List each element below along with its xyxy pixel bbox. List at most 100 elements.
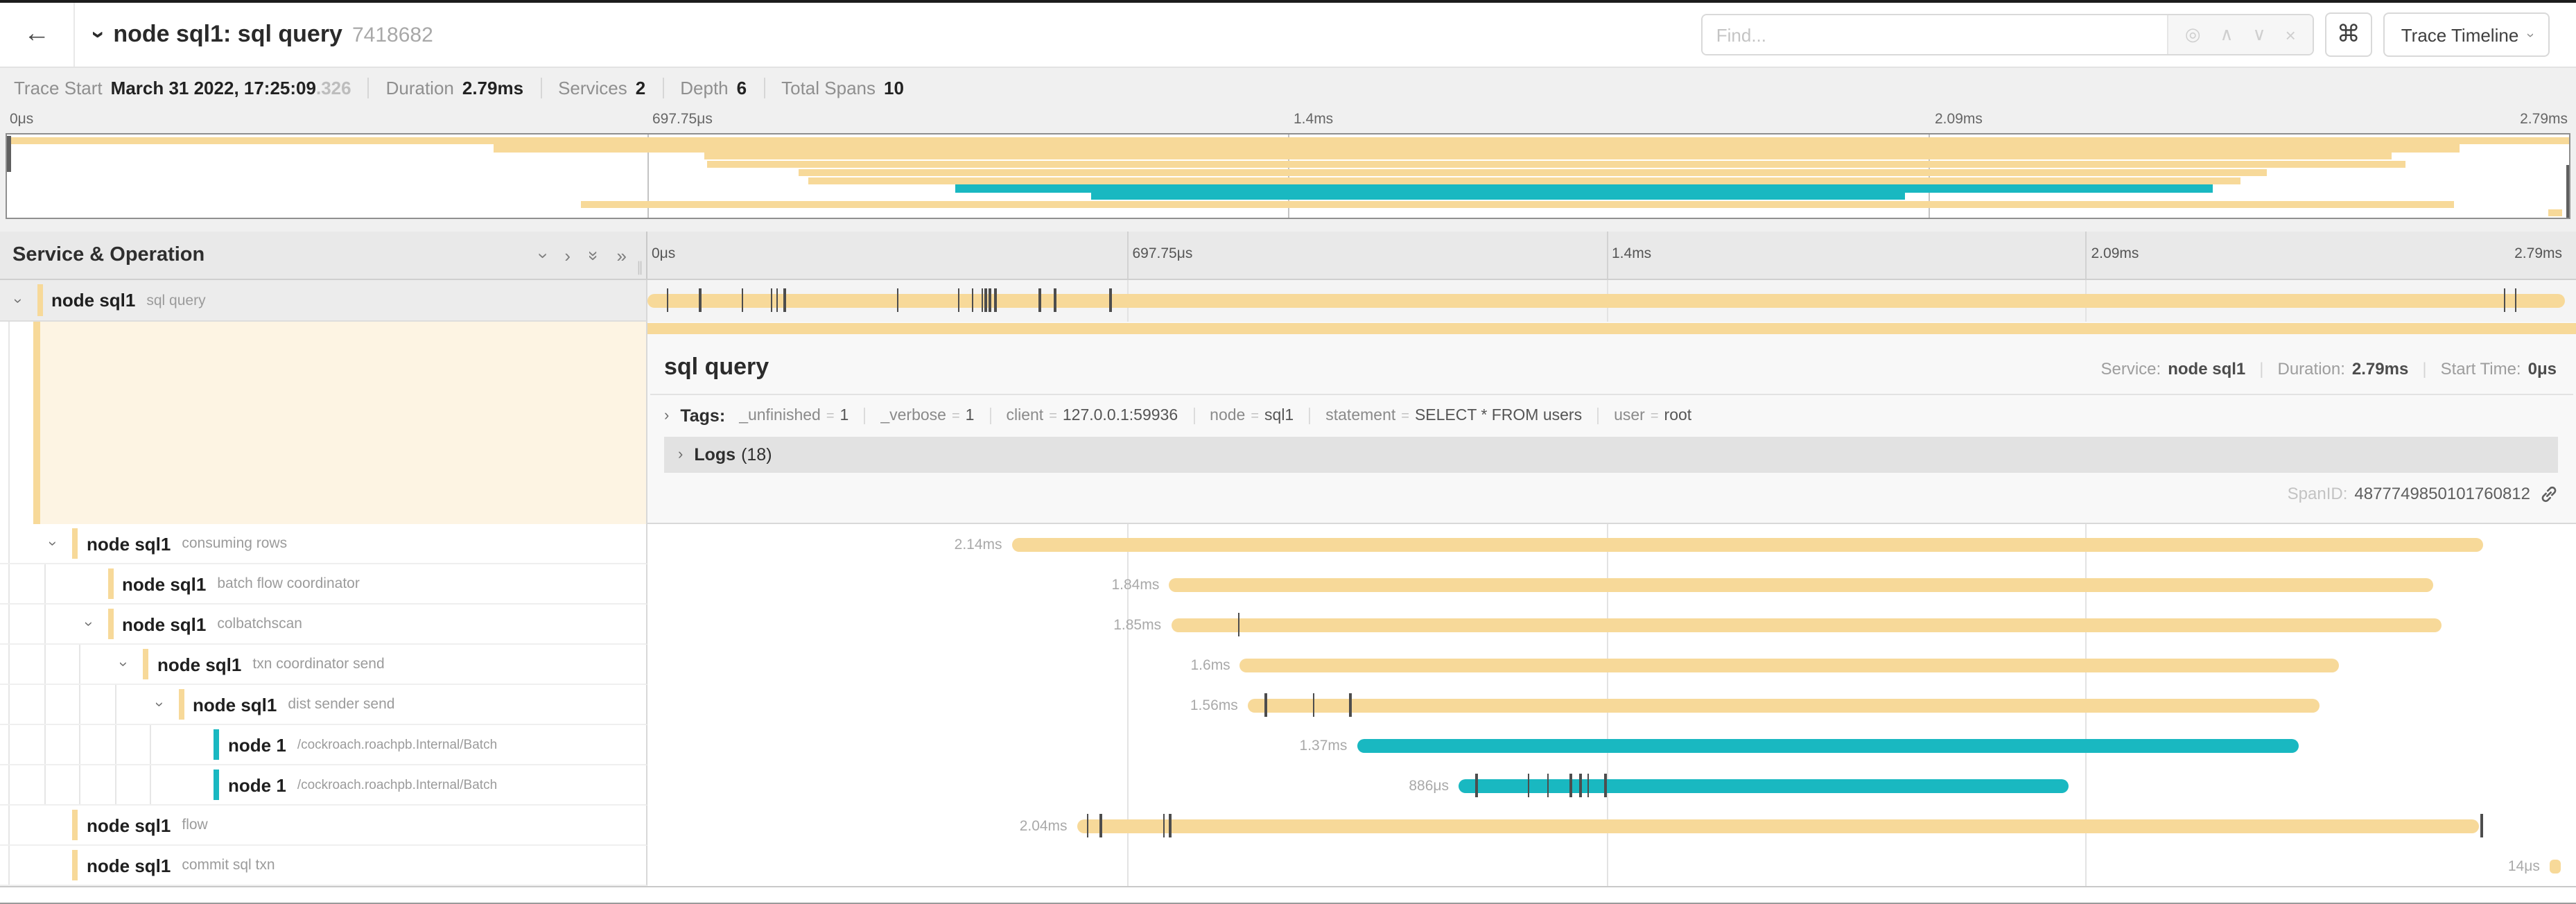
span-name-cell[interactable]: node 1/cockroach.roachpb.Internal/Batch bbox=[0, 765, 647, 806]
span-duration-label: 2.04ms bbox=[647, 806, 1068, 846]
span-bar-cell[interactable] bbox=[647, 280, 2576, 322]
span-duration-label: 14μs bbox=[647, 846, 2540, 886]
tags-accordion[interactable]: › Tags: _unfinished=1_verbose=1client=12… bbox=[647, 395, 2576, 435]
minimap-span-bar bbox=[799, 168, 2267, 176]
service-color-bar bbox=[72, 850, 78, 880]
minimap-span-bar bbox=[7, 137, 2569, 144]
expand-all-icon[interactable]: » bbox=[617, 245, 627, 266]
log-marker-tick bbox=[897, 288, 899, 312]
collapse-one-icon[interactable]: › bbox=[533, 252, 554, 259]
minimap-left-handle[interactable] bbox=[7, 136, 10, 172]
span-row[interactable]: ›node sql1txn coordinator send1.6ms bbox=[0, 645, 2576, 685]
tree-chevron-icon[interactable]: › bbox=[80, 621, 96, 626]
trace-collapse-chevron-icon[interactable]: › bbox=[85, 31, 112, 38]
focus-match-icon[interactable]: ◎ bbox=[2185, 24, 2201, 46]
tick-label: 1.4ms bbox=[1612, 245, 1651, 262]
span-bar-cell[interactable]: 14μs bbox=[647, 846, 2576, 886]
span-operation-name: /cockroach.roachpb.Internal/Batch bbox=[297, 737, 497, 752]
prev-match-icon[interactable]: ∧ bbox=[2220, 24, 2234, 46]
tree-chevron-icon[interactable]: › bbox=[115, 661, 132, 666]
span-row[interactable]: node 1/cockroach.roachpb.Internal/Batch8… bbox=[0, 765, 2576, 806]
tag-key: user bbox=[1614, 408, 1645, 424]
span-bar[interactable] bbox=[1077, 819, 2479, 833]
log-marker-tick bbox=[1547, 774, 1549, 797]
chevron-right-icon: › bbox=[664, 408, 669, 424]
span-name-cell[interactable]: node sql1flow bbox=[0, 806, 647, 846]
indent-guide bbox=[79, 765, 80, 804]
find-input[interactable] bbox=[1703, 15, 2167, 54]
next-match-icon[interactable]: ∨ bbox=[2253, 24, 2266, 46]
depth-value: 6 bbox=[737, 78, 747, 98]
span-row[interactable]: node sql1flow2.04ms bbox=[0, 806, 2576, 846]
column-resize-grip[interactable]: ∥ bbox=[636, 261, 643, 276]
log-marker-tick bbox=[1604, 774, 1606, 797]
span-service-name: node sql1 bbox=[193, 694, 277, 715]
span-row[interactable]: node sql1commit sql txn14μs bbox=[0, 846, 2576, 886]
tag-value: 1 bbox=[966, 408, 975, 424]
span-name-cell[interactable]: ›node sql1sql query bbox=[0, 280, 647, 322]
tree-chevron-icon[interactable]: › bbox=[9, 297, 26, 302]
span-bar[interactable] bbox=[647, 293, 2565, 307]
span-duration-label: 1.85ms bbox=[647, 605, 1161, 645]
span-bar[interactable] bbox=[1248, 698, 2320, 712]
chevron-down-icon: › bbox=[2522, 33, 2537, 37]
tag-chip: _unfinished=1 bbox=[739, 408, 864, 424]
logs-accordion[interactable]: › Logs (18) bbox=[664, 437, 2558, 473]
trace-view-selector[interactable]: Trace Timeline › bbox=[2383, 12, 2550, 57]
span-bar-cell[interactable]: 886μs bbox=[647, 765, 2576, 806]
tick-label: 697.75μs bbox=[652, 111, 713, 128]
minimap-canvas[interactable] bbox=[6, 133, 2570, 219]
span-name-cell[interactable]: node sql1batch flow coordinator bbox=[0, 564, 647, 605]
tick-label: 2.09ms bbox=[1935, 111, 1983, 128]
tick-label: 2.79ms bbox=[2520, 111, 2568, 128]
span-name-cell[interactable]: node sql1commit sql txn bbox=[0, 846, 647, 886]
span-name-cell[interactable]: node 1/cockroach.roachpb.Internal/Batch bbox=[0, 725, 647, 765]
clear-find-icon[interactable]: × bbox=[2286, 24, 2296, 45]
tick-label: 0μs bbox=[652, 245, 675, 262]
span-name-cell[interactable]: ›node sql1txn coordinator send bbox=[0, 645, 647, 685]
duration-value: 2.79ms bbox=[2352, 359, 2408, 379]
span-bar-cell[interactable]: 1.6ms bbox=[647, 645, 2576, 685]
span-row[interactable]: node 1/cockroach.roachpb.Internal/Batch1… bbox=[0, 725, 2576, 765]
back-button[interactable]: ← bbox=[0, 3, 75, 67]
span-bar[interactable] bbox=[1169, 577, 2433, 591]
trace-summary-bar: Trace Start March 31 2022, 17:25:09.326 … bbox=[0, 67, 2576, 108]
span-bar-cell[interactable]: 1.84ms bbox=[647, 564, 2576, 605]
span-bar[interactable] bbox=[2550, 859, 2560, 873]
span-row[interactable]: ›node sql1colbatchscan1.85ms bbox=[0, 605, 2576, 645]
span-row[interactable]: ›node sql1consuming rows2.14ms bbox=[0, 524, 2576, 564]
span-bar[interactable] bbox=[1171, 618, 2442, 632]
span-name-cell[interactable]: ›node sql1colbatchscan bbox=[0, 605, 647, 645]
find-controls: ◎ ∧ ∨ × bbox=[2167, 15, 2313, 54]
total-spans-label: Total Spans bbox=[781, 78, 876, 98]
minimap-right-handle[interactable] bbox=[2566, 165, 2569, 218]
keyboard-shortcuts-button[interactable]: ⌘ bbox=[2325, 12, 2372, 57]
tree-chevron-icon[interactable]: › bbox=[44, 541, 61, 546]
span-row[interactable]: ›node sql1dist sender send1.56ms bbox=[0, 685, 2576, 725]
span-name-cell[interactable]: ›node sql1dist sender send bbox=[0, 685, 647, 725]
expand-one-icon[interactable]: › bbox=[564, 245, 571, 266]
equals-sign: = bbox=[1651, 409, 1659, 424]
span-bar-cell[interactable]: 1.56ms bbox=[647, 685, 2576, 725]
tree-chevron-icon[interactable]: › bbox=[150, 702, 167, 706]
span-row[interactable]: node sql1batch flow coordinator1.84ms bbox=[0, 564, 2576, 605]
span-bar-cell[interactable]: 2.14ms bbox=[647, 524, 2576, 564]
span-bar-cell[interactable]: 2.04ms bbox=[647, 806, 2576, 846]
span-bar[interactable] bbox=[1357, 738, 2298, 752]
copy-link-icon[interactable] bbox=[2540, 485, 2558, 503]
span-bar[interactable] bbox=[1459, 779, 2069, 792]
tag-chip: user=root bbox=[1597, 408, 1707, 424]
indent-guide bbox=[8, 524, 10, 563]
tick-label: 2.09ms bbox=[2091, 245, 2139, 262]
span-bar-cell[interactable]: 1.85ms bbox=[647, 605, 2576, 645]
span-row[interactable]: ›node sql1sql query bbox=[0, 280, 2576, 322]
span-detail-card: sql query Service: node sql1 | Duration:… bbox=[647, 334, 2576, 524]
span-bar-cell[interactable]: 1.37ms bbox=[647, 725, 2576, 765]
span-bar[interactable] bbox=[1012, 537, 2483, 551]
span-detail-left-gutter bbox=[0, 322, 647, 524]
span-operation-name: batch flow coordinator bbox=[217, 575, 359, 592]
span-name-cell[interactable]: ›node sql1consuming rows bbox=[0, 524, 647, 564]
collapse-all-icon[interactable]: » bbox=[583, 250, 604, 260]
span-bar[interactable] bbox=[1240, 658, 2339, 672]
indent-guide bbox=[44, 725, 45, 764]
